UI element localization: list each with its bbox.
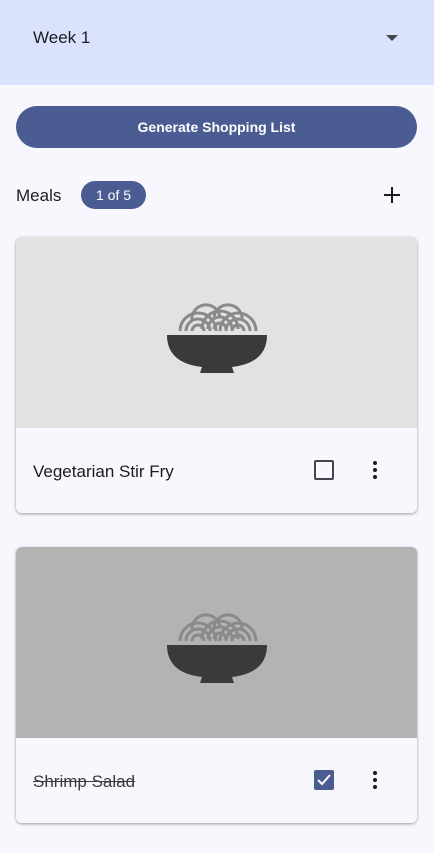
meal-checkbox[interactable] — [314, 770, 334, 790]
check-icon — [317, 774, 331, 786]
more-vert-icon — [373, 771, 377, 775]
more-options-button[interactable] — [365, 456, 385, 484]
meals-heading: Meals — [16, 186, 62, 205]
meal-count-badge: 1 of 5 — [81, 181, 146, 209]
noodle-bowl-icon — [166, 302, 267, 373]
meal-name: Vegetarian Stir Fry — [33, 462, 174, 481]
meal-name: Shrimp Salad — [33, 772, 136, 791]
meal-card-footer: Vegetarian Stir Fry — [16, 428, 417, 513]
meal-image — [16, 237, 417, 428]
week-selector[interactable]: Week 1 — [33, 28, 90, 48]
top-bar: Week 1 — [0, 0, 434, 85]
noodle-bowl-icon — [166, 612, 267, 683]
meal-card[interactable]: Vegetarian Stir Fry — [16, 237, 417, 513]
generate-shopping-list-button[interactable]: Generate Shopping List — [16, 106, 417, 148]
meal-image — [16, 547, 417, 738]
add-meal-button[interactable] — [378, 181, 406, 209]
arrow-drop-down-icon[interactable] — [386, 35, 398, 41]
more-vert-icon — [373, 461, 377, 465]
more-options-button[interactable] — [365, 766, 385, 794]
meal-checkbox[interactable] — [314, 460, 334, 480]
meal-card[interactable]: Shrimp Salad — [16, 547, 417, 823]
plus-icon — [384, 187, 400, 203]
meal-card-footer: Shrimp Salad — [16, 738, 417, 823]
